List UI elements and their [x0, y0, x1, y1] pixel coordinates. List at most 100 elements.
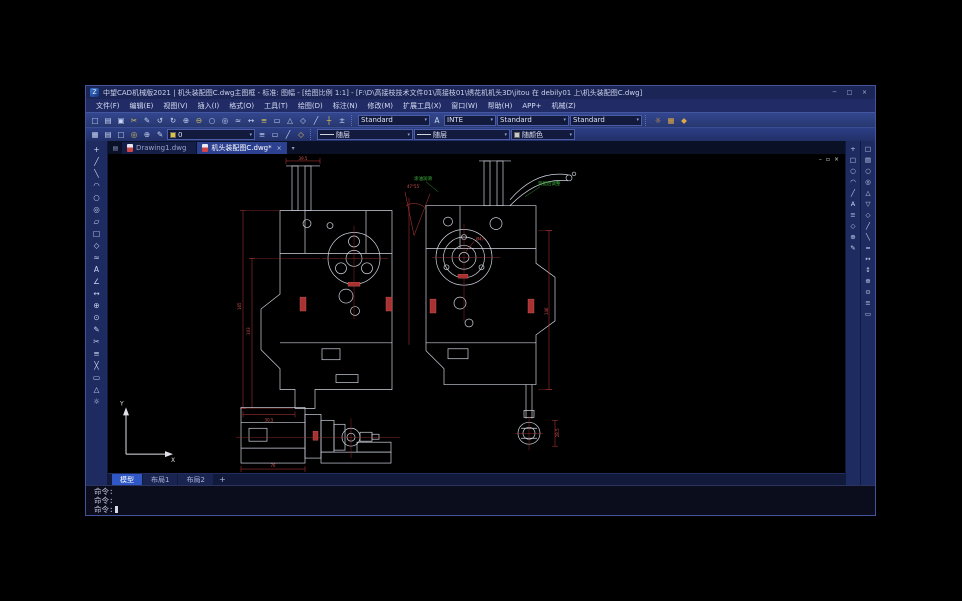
- draw-tool-icon[interactable]: ∠: [90, 275, 103, 287]
- draw-tool-icon[interactable]: ✎: [90, 323, 103, 335]
- tool-icon[interactable]: ✎: [848, 242, 859, 253]
- toolbar-button-icon[interactable]: ▦: [665, 114, 677, 126]
- draw-tool-icon[interactable]: ◎: [90, 203, 103, 215]
- draw-tool-icon[interactable]: △: [90, 383, 103, 395]
- menu-item[interactable]: 帮助(H): [483, 99, 518, 112]
- layout-tab[interactable]: 布局1: [143, 474, 177, 485]
- menu-item[interactable]: 窗口(W): [446, 99, 482, 112]
- toolbar-button-icon[interactable]: ☼: [652, 114, 664, 126]
- menu-item[interactable]: 插入(I): [193, 99, 225, 112]
- maximize-button[interactable]: □: [843, 88, 856, 98]
- tool-icon[interactable]: A: [848, 198, 859, 209]
- draw-tool-icon[interactable]: ↔: [90, 287, 103, 299]
- menu-item[interactable]: 机械(Z): [547, 99, 581, 112]
- draw-tool-icon[interactable]: ✂: [90, 335, 103, 347]
- text-style-combo[interactable]: INTE ▾: [444, 115, 496, 126]
- minimize-button[interactable]: ─: [828, 88, 841, 98]
- text-style-icon[interactable]: A: [431, 114, 443, 126]
- tool-icon[interactable]: ◎: [863, 176, 874, 187]
- style-combo[interactable]: Standard ▾: [358, 115, 430, 126]
- draw-tool-icon[interactable]: ◠: [90, 179, 103, 191]
- draw-tool-icon[interactable]: ╱: [90, 155, 103, 167]
- tool-icon[interactable]: ▽: [863, 198, 874, 209]
- menu-item[interactable]: 标注(N): [328, 99, 363, 112]
- draw-tool-icon[interactable]: ▭: [90, 371, 103, 383]
- draw-tool-icon[interactable]: □: [90, 227, 103, 239]
- toolbar-button-icon[interactable]: ⊕: [141, 129, 153, 141]
- draw-tool-icon[interactable]: ▱: [90, 215, 103, 227]
- toolbar-button-icon[interactable]: ⊕: [180, 114, 192, 126]
- toolbar-button-icon[interactable]: ±: [336, 114, 348, 126]
- layer-combo[interactable]: 0 ▾: [167, 129, 255, 140]
- tool-icon[interactable]: ╲: [863, 231, 874, 242]
- toolbar-button-icon[interactable]: ⊖: [193, 114, 205, 126]
- toolbar-button-icon[interactable]: □: [115, 129, 127, 141]
- tool-icon[interactable]: ╱: [848, 187, 859, 198]
- draw-tool-icon[interactable]: +: [90, 143, 103, 155]
- tool-icon[interactable]: ⊙: [863, 286, 874, 297]
- toolbar-button-icon[interactable]: □: [89, 114, 101, 126]
- mdi-restore-button[interactable]: ▫: [826, 156, 830, 163]
- tool-icon[interactable]: ◠: [848, 176, 859, 187]
- tab-close-icon[interactable]: ×: [277, 145, 282, 152]
- dim-style-combo[interactable]: Standard ▾: [497, 115, 569, 126]
- toolbar-button-icon[interactable]: ≡: [256, 129, 268, 141]
- toolbar-button-icon[interactable]: ✎: [154, 129, 166, 141]
- toolbar-button-icon[interactable]: ┼: [323, 114, 335, 126]
- tool-icon[interactable]: ○: [863, 165, 874, 176]
- toolbar-button-icon[interactable]: ✂: [128, 114, 140, 126]
- menu-item[interactable]: APP+: [517, 99, 546, 112]
- command-input-line[interactable]: 命令:: [94, 505, 871, 514]
- draw-tool-icon[interactable]: ╲: [90, 167, 103, 179]
- draw-tool-icon[interactable]: ☼: [90, 395, 103, 407]
- tool-icon[interactable]: +: [848, 143, 859, 154]
- tool-icon[interactable]: □: [848, 154, 859, 165]
- lineweight-combo[interactable]: 随层 ▾: [414, 129, 510, 140]
- menu-item[interactable]: 扩展工具(X): [398, 99, 446, 112]
- menu-item[interactable]: 编辑(E): [125, 99, 159, 112]
- toolbar-button-icon[interactable]: ╱: [282, 129, 294, 141]
- linetype-combo[interactable]: 随层 ▾: [317, 129, 413, 140]
- toolbar-button-icon[interactable]: ▤: [102, 129, 114, 141]
- draw-tool-icon[interactable]: ⊕: [90, 299, 103, 311]
- tool-icon[interactable]: ≈: [863, 242, 874, 253]
- toolbar-button-icon[interactable]: ◇: [295, 129, 307, 141]
- toolbar-button-icon[interactable]: ╱: [310, 114, 322, 126]
- menu-item[interactable]: 绘图(D): [293, 99, 328, 112]
- toolbar-button-icon[interactable]: ▦: [89, 129, 101, 141]
- tab-menu-icon[interactable]: ▾: [288, 143, 299, 154]
- toolbar-button-icon[interactable]: ≡: [258, 114, 270, 126]
- toolbar-button-icon[interactable]: ↻: [167, 114, 179, 126]
- toolbar-button-icon[interactable]: ○: [206, 114, 218, 126]
- drawing-canvas[interactable]: – ▫ ×: [108, 154, 845, 473]
- toolbar-button-icon[interactable]: ▭: [269, 129, 281, 141]
- menu-item[interactable]: 格式(O): [224, 99, 259, 112]
- menu-item[interactable]: 视图(V): [158, 99, 192, 112]
- close-button[interactable]: ×: [858, 88, 871, 98]
- toolbar-button-icon[interactable]: ◎: [128, 129, 140, 141]
- toolbar-button-icon[interactable]: △: [284, 114, 296, 126]
- toolbar-button-icon[interactable]: ≈: [232, 114, 244, 126]
- toolbar-button-icon[interactable]: ↺: [154, 114, 166, 126]
- tool-icon[interactable]: □: [863, 143, 874, 154]
- tool-icon[interactable]: ≡: [863, 297, 874, 308]
- menu-item[interactable]: 工具(T): [259, 99, 293, 112]
- command-line-area[interactable]: 命令: 命令: 命令:: [86, 485, 875, 515]
- document-tab[interactable]: Drawing1.dwg: [122, 142, 196, 154]
- tool-icon[interactable]: ▤: [863, 154, 874, 165]
- toolbar-button-icon[interactable]: ✎: [141, 114, 153, 126]
- toolbar-button-icon[interactable]: ▭: [271, 114, 283, 126]
- document-tab[interactable]: 机头装配图C.dwg* ×: [197, 142, 286, 154]
- draw-tool-icon[interactable]: A: [90, 263, 103, 275]
- tool-icon[interactable]: ▭: [863, 308, 874, 319]
- tool-icon[interactable]: △: [863, 187, 874, 198]
- draw-tool-icon[interactable]: ≈: [90, 251, 103, 263]
- tool-icon[interactable]: ↔: [863, 253, 874, 264]
- file-panel-icon[interactable]: ▤: [110, 143, 121, 154]
- layout-tab[interactable]: 布局2: [178, 474, 212, 485]
- menu-item[interactable]: 文件(F): [91, 99, 125, 112]
- toolbar-button-icon[interactable]: ↔: [245, 114, 257, 126]
- tool-icon[interactable]: ⊕: [863, 275, 874, 286]
- table-style-combo[interactable]: Standard ▾: [570, 115, 642, 126]
- draw-tool-icon[interactable]: ╳: [90, 359, 103, 371]
